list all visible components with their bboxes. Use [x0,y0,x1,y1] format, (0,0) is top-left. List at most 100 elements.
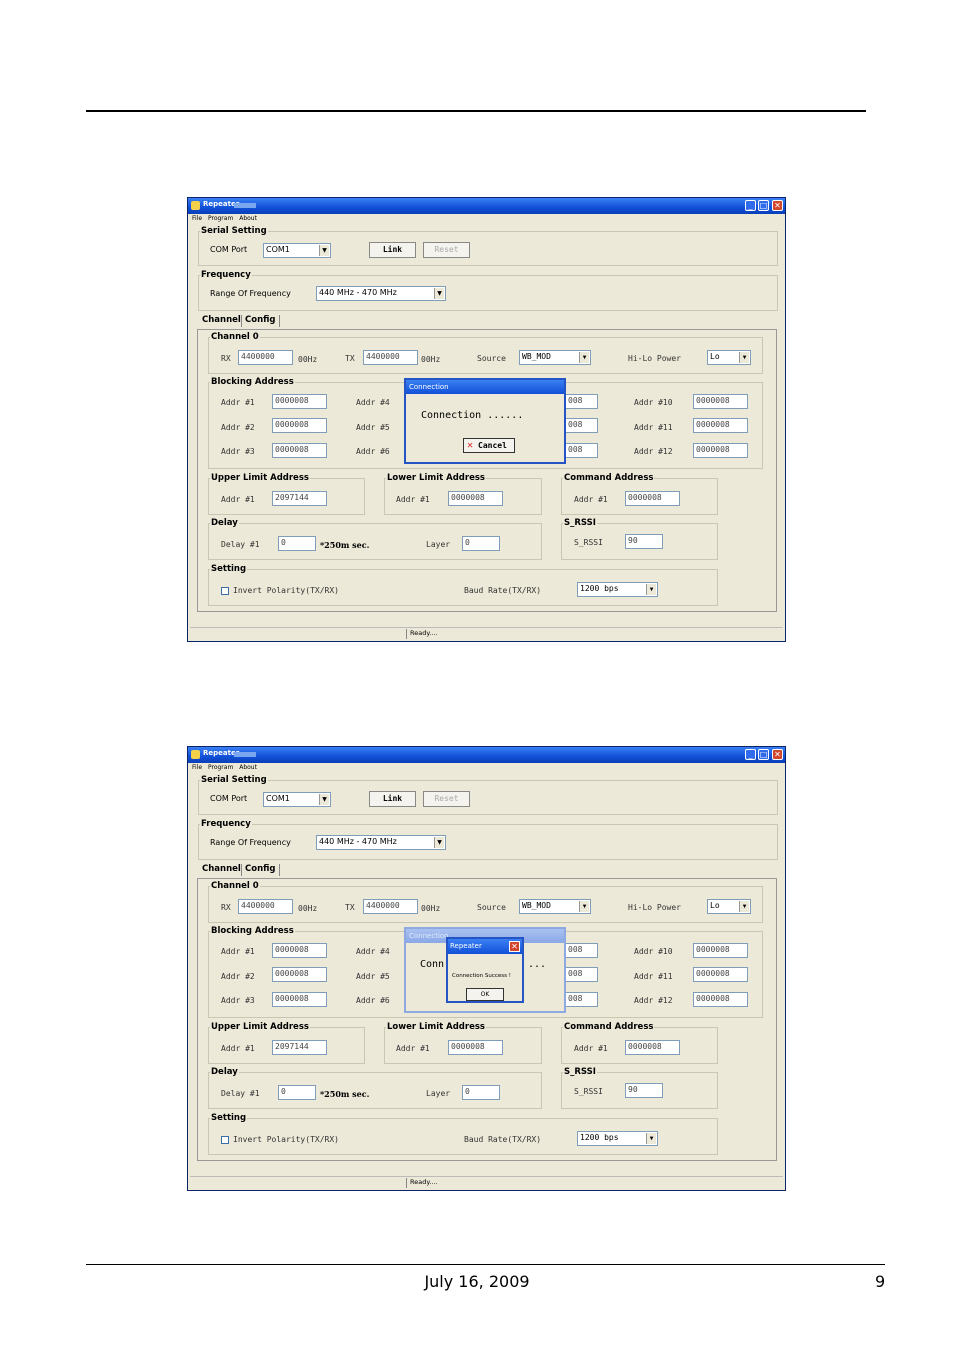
command-input[interactable]: 0000008 [625,491,680,506]
rx-input[interactable]: 4400000 [238,350,293,365]
minimize-icon[interactable]: _ [745,200,756,211]
minimize-icon[interactable]: _ [745,749,756,760]
cancel-button[interactable]: ✕ Cancel [463,438,515,453]
footer-rule [86,1264,885,1265]
addr12-input[interactable]: 0000008 [693,992,748,1007]
chevron-down-icon[interactable]: ▼ [434,837,444,848]
addr3-label: Addr #3 [221,996,255,1005]
lower-label: Addr #1 [396,1044,430,1053]
source-select[interactable]: WB_MOD ▼ [519,350,591,365]
menu-file[interactable]: File [192,215,202,222]
menu-about[interactable]: About [239,215,257,222]
popup-message: Connection Success ! [452,973,511,979]
invert-polarity-checkbox[interactable] [221,587,229,595]
addr11-input[interactable]: 0000008 [693,967,748,982]
status-text: Ready.... [406,629,530,639]
range-select[interactable]: 440 MHz - 470 MHz ▼ [316,835,446,850]
chevron-down-icon[interactable]: ▼ [579,352,589,363]
addr8-input[interactable]: 008 [565,967,598,982]
ok-button[interactable]: OK [466,988,504,1001]
reset-button[interactable]: Reset [423,791,470,807]
menu-file[interactable]: File [192,764,202,771]
addr1-input[interactable]: 0000008 [272,943,327,958]
menu-program[interactable]: Program [208,215,233,222]
close-icon[interactable]: ✕ [772,749,783,760]
addr9-input[interactable]: 008 [565,443,598,458]
s-rssi-input[interactable]: 90 [625,1083,663,1098]
command-input[interactable]: 0000008 [625,1040,680,1055]
rx-input[interactable]: 4400000 [238,899,293,914]
addr3-input[interactable]: 0000008 [272,992,327,1007]
reset-button[interactable]: Reset [423,242,470,258]
chevron-down-icon[interactable]: ▼ [739,901,749,912]
menu-program[interactable]: Program [208,764,233,771]
chevron-down-icon[interactable]: ▼ [646,1133,656,1144]
chevron-down-icon[interactable]: ▼ [319,794,329,805]
baud-rate-select[interactable]: 1200 bps ▼ [577,1131,658,1146]
lower-legend: Lower Limit Address [387,473,485,483]
chevron-down-icon[interactable]: ▼ [319,245,329,256]
tab-config[interactable]: Config [241,864,280,876]
baud-rate-select[interactable]: 1200 bps ▼ [577,582,658,597]
baud-rate-label: Baud Rate(TX/RX) [464,586,542,595]
invert-polarity-checkbox[interactable] [221,1136,229,1144]
delay-label: Delay #1 [221,1089,260,1098]
maximize-icon[interactable]: □ [758,749,769,760]
lower-input[interactable]: 0000008 [448,491,503,506]
delay-label: Delay #1 [221,540,260,549]
addr9-input[interactable]: 008 [565,992,598,1007]
addr12-input[interactable]: 0000008 [693,443,748,458]
addr10-input[interactable]: 0000008 [693,943,748,958]
link-button[interactable]: Link [369,242,416,258]
delay-input[interactable]: 0 [278,536,316,551]
addr2-input[interactable]: 0000008 [272,418,327,433]
com-port-select[interactable]: COM1 ▼ [263,243,331,258]
maximize-icon[interactable]: □ [758,200,769,211]
layer-label: Layer [426,1089,451,1098]
app-icon [191,201,200,210]
tx-input[interactable]: 4400000 [363,899,418,914]
upper-input[interactable]: 2097144 [272,1040,327,1055]
addr8-input[interactable]: 008 [565,418,598,433]
power-select[interactable]: Lo ▼ [707,899,751,914]
link-button[interactable]: Link [369,791,416,807]
tab-channel[interactable]: Channel [200,315,243,327]
tab-config[interactable]: Config [241,315,280,327]
chevron-down-icon[interactable]: ▼ [434,288,444,299]
s-rssi-input[interactable]: 90 [625,534,663,549]
title-bar[interactable]: Repeater _ □ ✕ [188,747,785,763]
addr7-input[interactable]: 008 [565,394,598,409]
upper-legend: Upper Limit Address [211,1022,309,1032]
menu-about[interactable]: About [239,764,257,771]
com-port-select[interactable]: COM1 ▼ [263,792,331,807]
close-icon[interactable]: ✕ [509,941,520,952]
com-port-label: COM Port [210,245,248,254]
tx-input[interactable]: 4400000 [363,350,418,365]
addr3-label: Addr #3 [221,447,255,456]
chevron-down-icon[interactable]: ▼ [579,901,589,912]
layer-input[interactable]: 0 [462,536,500,551]
addr2-input[interactable]: 0000008 [272,967,327,982]
frequency-legend: Frequency [201,819,251,829]
command-legend: Command Address [564,473,654,483]
close-icon[interactable]: ✕ [772,200,783,211]
title-bar[interactable]: Repeater _ □ ✕ [188,198,785,214]
delay-input[interactable]: 0 [278,1085,316,1100]
channel-legend: Channel 0 [211,332,259,342]
addr7-input[interactable]: 008 [565,943,598,958]
lower-input[interactable]: 0000008 [448,1040,503,1055]
chevron-down-icon[interactable]: ▼ [646,584,656,595]
tab-channel[interactable]: Channel [200,864,243,876]
upper-input[interactable]: 2097144 [272,491,327,506]
addr11-input[interactable]: 0000008 [693,418,748,433]
addr3-input[interactable]: 0000008 [272,443,327,458]
range-select[interactable]: 440 MHz - 470 MHz ▼ [316,286,446,301]
chevron-down-icon[interactable]: ▼ [739,352,749,363]
source-select[interactable]: WB_MOD ▼ [519,899,591,914]
addr1-input[interactable]: 0000008 [272,394,327,409]
addr5-label: Addr #5 [356,423,390,432]
menu-bar: File Program About [192,764,261,771]
layer-input[interactable]: 0 [462,1085,500,1100]
power-select[interactable]: Lo ▼ [707,350,751,365]
addr10-input[interactable]: 0000008 [693,394,748,409]
